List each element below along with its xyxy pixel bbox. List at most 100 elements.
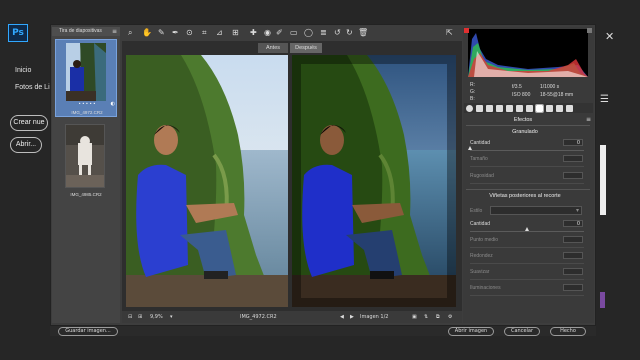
tab-camera-calibration-icon[interactable]	[546, 104, 553, 112]
tab-presets-icon[interactable]	[556, 104, 563, 112]
thumbnail-image	[66, 43, 106, 101]
copy-settings-icon[interactable]: ⧉	[436, 311, 440, 323]
grain-amount-value[interactable]: 0	[563, 139, 583, 146]
tab-basic-icon[interactable]	[466, 104, 473, 112]
home-nav-inicio[interactable]: Inicio	[15, 67, 31, 74]
thumbnail-filename: IMG_4972.CR2	[71, 110, 103, 115]
done-button[interactable]: Hecho	[550, 327, 586, 336]
swap-icon[interactable]: ⇅	[424, 311, 428, 323]
chevron-down-icon[interactable]: ▾	[170, 311, 173, 323]
vignette-highlights-label: Iluminaciones	[470, 285, 501, 291]
grain-section-title: Granulado	[512, 129, 538, 135]
view-mode-icon[interactable]: ▣	[412, 311, 417, 323]
zoom-out-icon[interactable]: ⊟	[128, 311, 132, 323]
panel-title: Efectos	[513, 117, 533, 123]
crop-icon[interactable]: ⌗	[202, 28, 207, 38]
grain-roughness-label: Rugosidad	[470, 173, 494, 179]
grain-size-value[interactable]	[563, 155, 583, 162]
grain-size-slider[interactable]	[470, 166, 584, 167]
open-button[interactable]: Abrir...	[10, 137, 42, 153]
rotate-right-icon[interactable]: ↻	[346, 28, 353, 38]
panel-menu-icon[interactable]: ≡	[586, 116, 591, 123]
vignette-roundness-value[interactable]	[563, 252, 583, 259]
cancel-button[interactable]: Cancelar	[504, 327, 540, 336]
settings-toggle-icon[interactable]: ⚙	[448, 311, 452, 323]
vignette-highlights-slider[interactable]	[470, 295, 584, 296]
tab-snapshots-icon[interactable]	[566, 104, 573, 112]
vignette-amount-slider[interactable]	[470, 231, 584, 232]
radial-filter-icon[interactable]: ◯	[304, 28, 313, 38]
grain-amount-handle[interactable]	[468, 146, 472, 150]
white-balance-icon[interactable]: ✎	[158, 28, 165, 38]
red-eye-icon[interactable]: ◉	[264, 28, 271, 38]
menu-icon[interactable]: ≡	[112, 28, 117, 35]
open-image-button[interactable]: Abrir imagen	[448, 327, 494, 336]
r-label: R:	[470, 82, 475, 88]
vignette-amount-value[interactable]: 0	[563, 220, 583, 227]
transform-icon[interactable]: ⊞	[232, 28, 239, 38]
tab-hsl-icon[interactable]	[496, 104, 503, 112]
filmstrip-item[interactable]	[65, 124, 105, 188]
spot-removal-icon[interactable]: ✚	[250, 28, 257, 38]
b-label: B:	[470, 96, 475, 102]
hand-tool-icon[interactable]: ✋	[142, 28, 152, 38]
save-image-button[interactable]: Guardar imagen...	[58, 327, 118, 336]
tab-transform-icon[interactable]	[526, 104, 533, 112]
previous-image-icon[interactable]: ◀	[340, 311, 344, 323]
vignette-midpoint-slider[interactable]	[470, 247, 584, 248]
home-nav-fotos[interactable]: Fotos de Li	[15, 84, 50, 91]
panel-tabs	[464, 103, 593, 113]
shutter-speed: 1/1000 s	[540, 84, 560, 90]
create-new-button[interactable]: Crear nue	[10, 115, 48, 131]
filmstrip-item-selected[interactable]: • • • • • IMG_4972.CR2 ◐	[55, 39, 117, 117]
straighten-icon[interactable]: ⊿	[216, 28, 223, 38]
chevron-down-icon: ▾	[575, 207, 579, 214]
list-view-icon[interactable]: ☰	[600, 94, 609, 105]
graduated-filter-icon[interactable]: ▭	[290, 28, 298, 38]
color-sampler-icon[interactable]: ✒	[172, 28, 179, 38]
trash-icon[interactable]: 🗑	[358, 28, 368, 38]
vignette-roundness-slider[interactable]	[470, 263, 584, 264]
vignette-highlights-value[interactable]	[563, 284, 583, 291]
next-image-icon[interactable]: ▶	[350, 311, 354, 323]
vignette-section-title: Viñetas posteriores al recorte	[489, 193, 561, 199]
adjustment-brush-icon[interactable]: ✐	[276, 28, 283, 38]
tab-lens-icon[interactable]	[516, 104, 523, 112]
zoom-tool-icon[interactable]: ⌕	[128, 28, 132, 38]
vignette-feather-slider[interactable]	[470, 279, 584, 280]
thumbnail-filename: IMG_4985.CR2	[70, 192, 102, 197]
preview-filename: IMG_4972.CR2	[240, 314, 277, 320]
filmstrip-panel: Tira de diapositivas ≡ • • • • • IMG_497…	[52, 27, 120, 323]
lens: 18-55@18 mm	[540, 92, 574, 98]
iso: ISO 800	[512, 92, 531, 98]
vignette-midpoint-value[interactable]	[563, 236, 583, 243]
grain-roughness-value[interactable]	[563, 172, 583, 179]
tab-detail-icon[interactable]	[486, 104, 493, 112]
vignette-amount-handle[interactable]	[525, 227, 529, 231]
shadow-clipping-icon[interactable]	[464, 28, 469, 33]
fullscreen-icon[interactable]: ⇱	[446, 28, 453, 38]
tab-after[interactable]: Después	[290, 43, 322, 53]
close-icon[interactable]: ✕	[605, 30, 614, 43]
zoom-level[interactable]: 9,9%	[150, 311, 163, 323]
rating-stars[interactable]: • • • • •	[56, 101, 118, 106]
zoom-in-icon[interactable]: ⊞	[138, 311, 142, 323]
grain-amount-slider[interactable]	[470, 150, 584, 151]
tab-tone-curve-icon[interactable]	[476, 104, 483, 112]
vignette-midpoint-label: Punto medio	[470, 237, 499, 243]
highlight-clipping-icon[interactable]	[587, 28, 592, 33]
vignette-style-select[interactable]: ▾	[490, 206, 582, 215]
tab-before[interactable]: Antes	[258, 43, 288, 53]
grain-roughness-slider[interactable]	[470, 183, 584, 184]
histogram	[468, 29, 588, 77]
tab-effects-icon[interactable]	[535, 103, 544, 113]
rotate-left-icon[interactable]: ↺	[334, 28, 341, 38]
target-adjust-icon[interactable]: ⊙	[186, 28, 193, 38]
tab-split-toning-icon[interactable]	[506, 104, 513, 112]
background-panel-edge	[600, 145, 606, 215]
vignette-feather-label: Suavizar	[470, 269, 490, 275]
vignette-feather-value[interactable]	[563, 268, 583, 275]
preferences-icon[interactable]: ≣	[320, 28, 327, 38]
background-thumbnail-edge	[600, 292, 605, 308]
photoshop-logo: Ps	[8, 24, 28, 42]
